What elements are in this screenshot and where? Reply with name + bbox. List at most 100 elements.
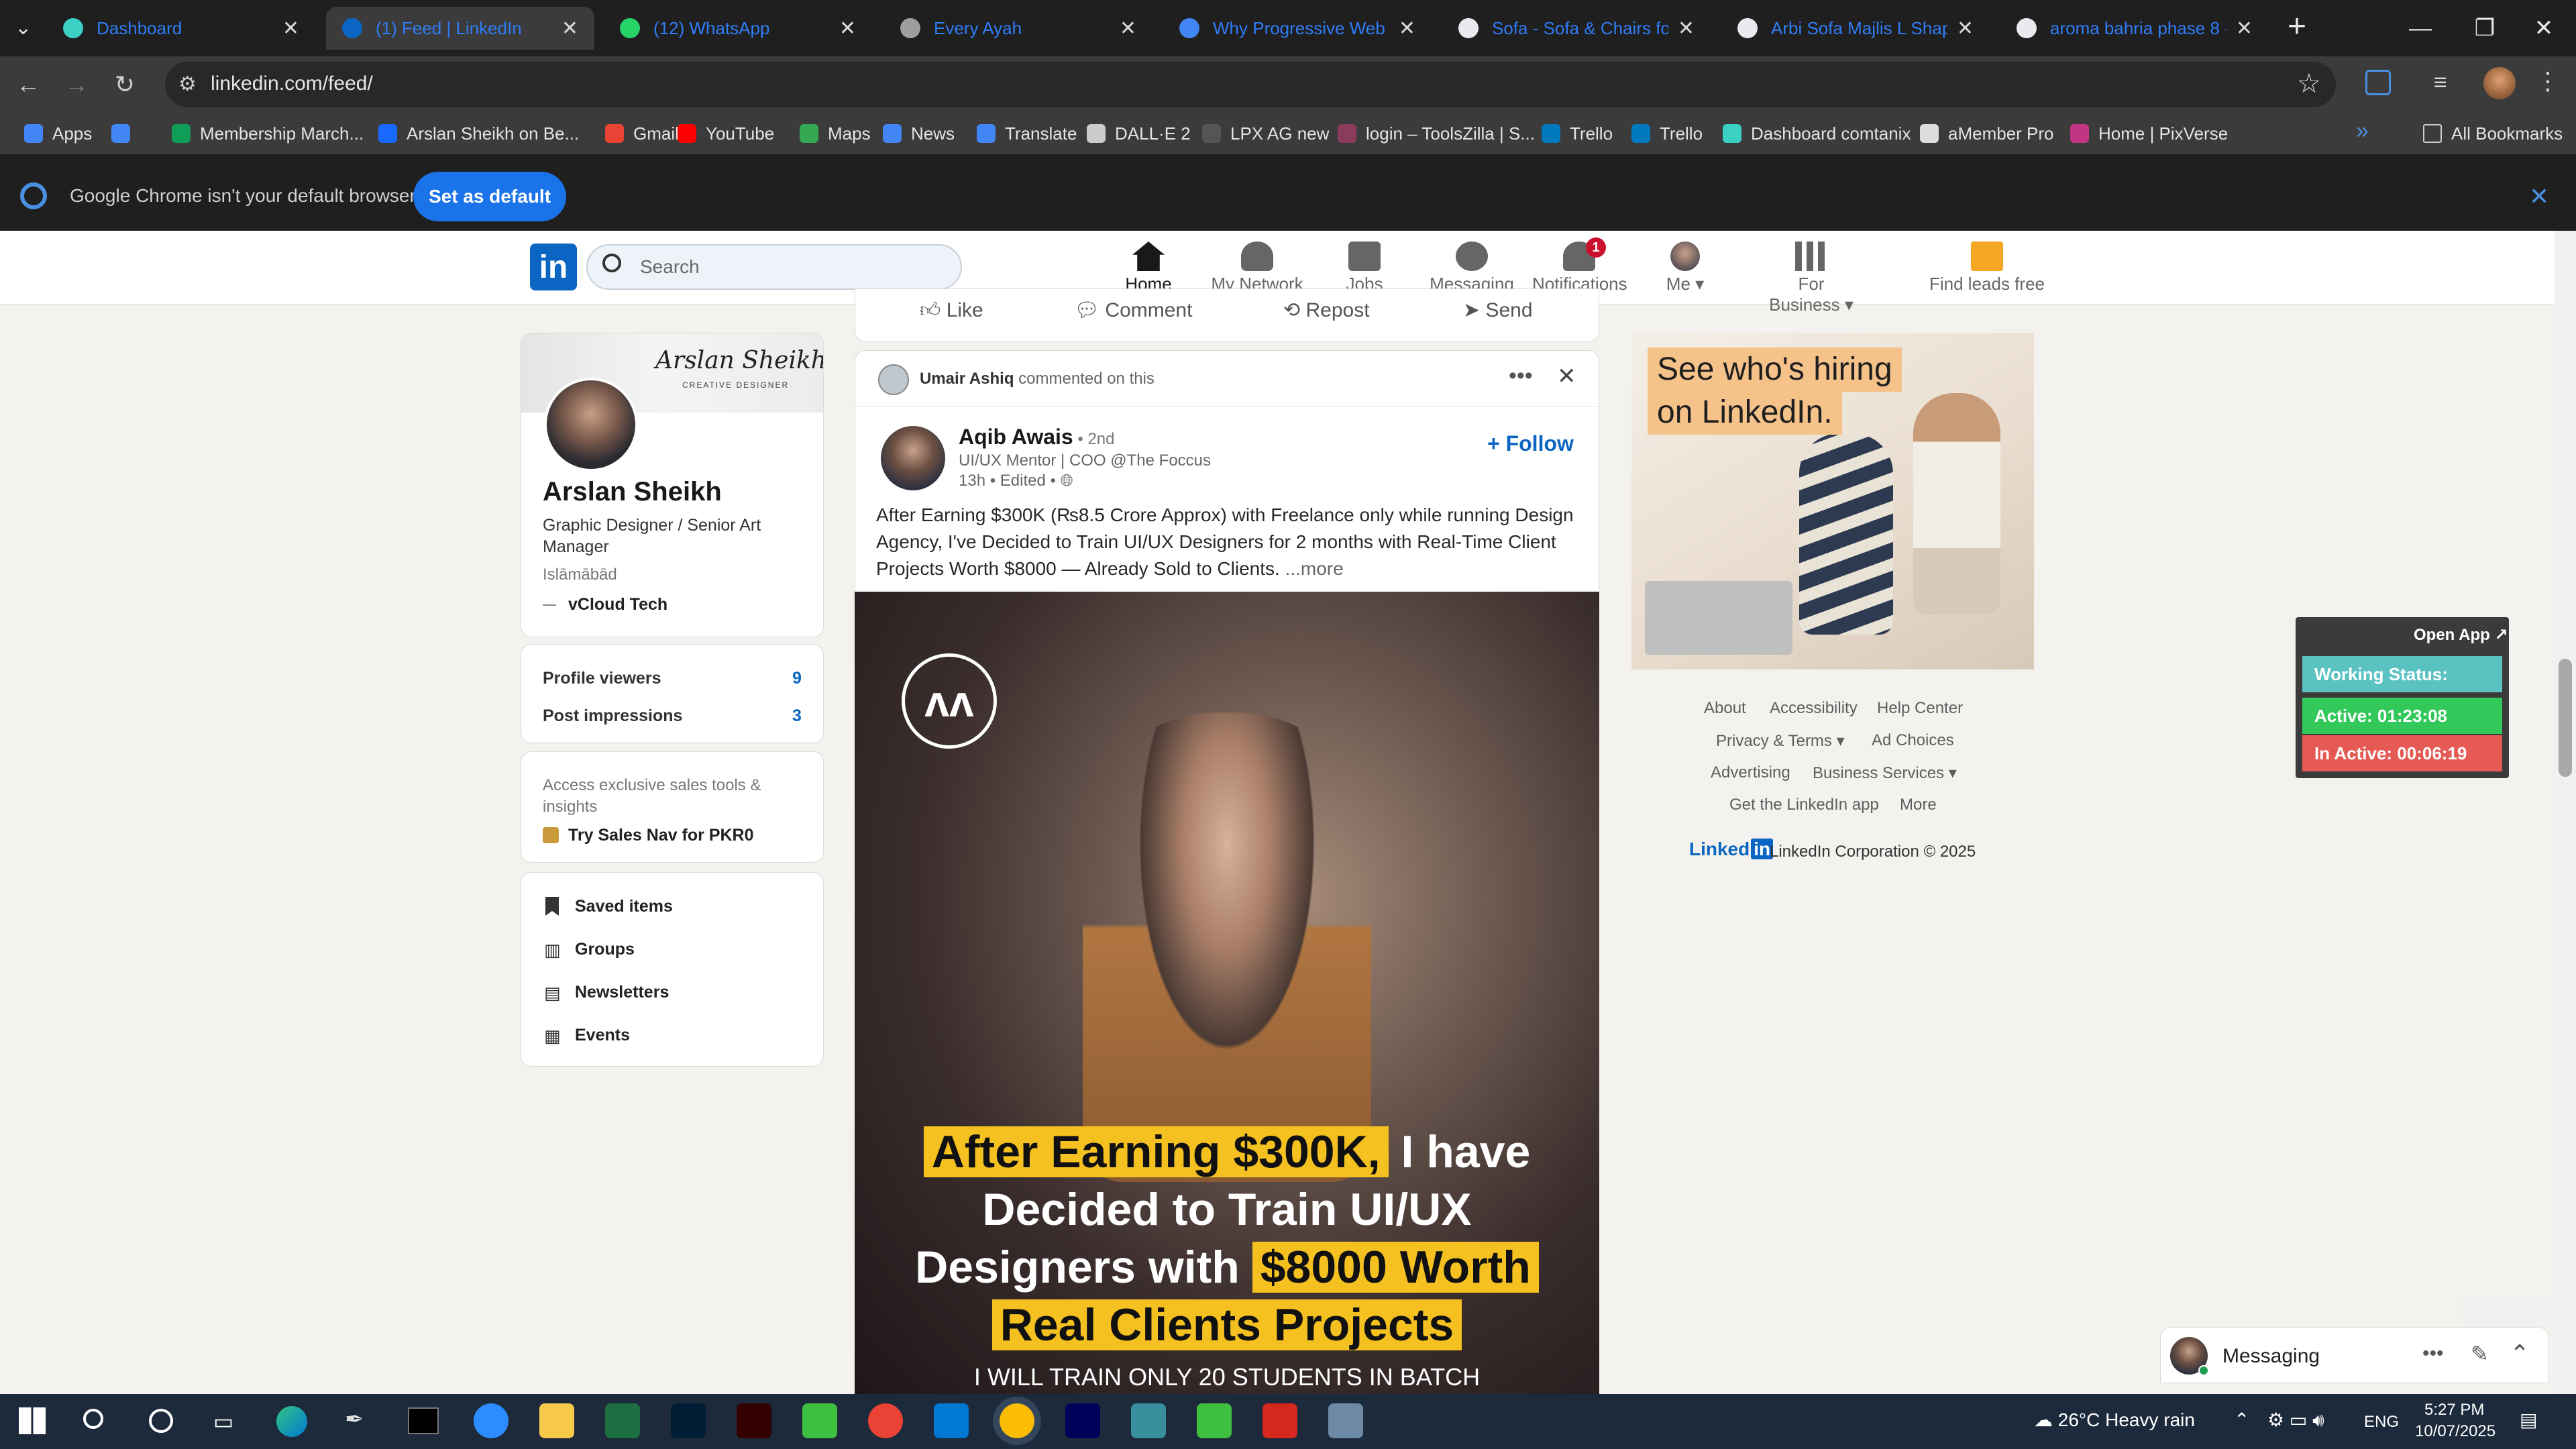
- footer-accessibility[interactable]: Accessibility: [1770, 699, 1858, 718]
- taskbar-acrobat-icon[interactable]: [1263, 1403, 1297, 1438]
- bookmark-0[interactable]: Apps: [24, 122, 92, 145]
- profile-viewers-label[interactable]: Profile viewers: [543, 669, 661, 688]
- repost-button[interactable]: ⟲ Repost: [1283, 299, 1370, 322]
- tab-close-icon[interactable]: ✕: [1957, 17, 1974, 40]
- address-bar[interactable]: [165, 62, 2336, 107]
- footer-privacy-terms[interactable]: Privacy & Terms ▾: [1716, 731, 1845, 751]
- taskbar-app-teal-icon[interactable]: [1131, 1403, 1166, 1438]
- close-infobar-icon[interactable]: ✕: [2529, 182, 2549, 211]
- taskbar-green-app-2-icon[interactable]: [1197, 1403, 1232, 1438]
- new-tab-button[interactable]: +: [2288, 8, 2306, 45]
- footer-about[interactable]: About: [1704, 699, 1746, 718]
- bookmark-4[interactable]: Gmail: [605, 122, 679, 145]
- all-bookmarks[interactable]: All Bookmarks: [2423, 122, 2563, 145]
- groups-link[interactable]: Groups: [575, 940, 635, 959]
- bookmark-1[interactable]: [111, 122, 140, 145]
- close-window-button[interactable]: ✕: [2512, 0, 2576, 56]
- windows-start-icon[interactable]: [19, 1407, 46, 1434]
- clock-date[interactable]: 10/07/2025: [2415, 1422, 2496, 1441]
- language-indicator[interactable]: ENG: [2364, 1413, 2399, 1432]
- footer-get-app[interactable]: Get the LinkedIn app: [1729, 796, 1879, 814]
- terminal-icon[interactable]: [408, 1407, 439, 1434]
- nav-for-business[interactable]: For Business ▾: [1764, 236, 1858, 315]
- bookmark-14[interactable]: Dashboard comtanix: [1723, 122, 1911, 145]
- footer-ad-choices[interactable]: Ad Choices: [1872, 731, 1954, 750]
- notifications-icon[interactable]: ▤: [2520, 1409, 2537, 1431]
- profile-avatar[interactable]: [2483, 67, 2516, 99]
- url-text[interactable]: linkedin.com/feed/: [211, 72, 373, 95]
- bookmark-10[interactable]: LPX AG new: [1202, 122, 1329, 145]
- bookmark-2[interactable]: Membership March...: [172, 122, 364, 145]
- profile-company[interactable]: vCloud Tech: [568, 595, 667, 614]
- tab-4[interactable]: Why Progressive Web Ap ✕: [1163, 7, 1432, 50]
- edge-icon[interactable]: [276, 1406, 307, 1437]
- commenter-avatar[interactable]: [878, 364, 909, 395]
- taskbar-explorer-icon[interactable]: [539, 1403, 574, 1438]
- tab-search-chevron[interactable]: ⌄: [15, 16, 32, 40]
- linkedin-logo[interactable]: in: [530, 244, 577, 290]
- footer-advertising[interactable]: Advertising: [1711, 763, 1790, 782]
- open-app-button[interactable]: Open App ↗: [2414, 625, 2508, 645]
- bookmark-15[interactable]: aMember Pro: [1920, 122, 2054, 145]
- taskbar-chrome-active-icon[interactable]: [1000, 1403, 1034, 1438]
- post-impressions-label[interactable]: Post impressions: [543, 706, 682, 726]
- author-name[interactable]: Aqib Awais: [959, 425, 1073, 449]
- see-more-link[interactable]: ...more: [1280, 558, 1344, 579]
- comment-button[interactable]: 💬︎ Comment: [1074, 299, 1192, 322]
- taskbar-zoom-icon[interactable]: [474, 1403, 508, 1438]
- follow-button[interactable]: + Follow: [1487, 431, 1574, 456]
- tab-close-icon[interactable]: ✕: [2236, 17, 2253, 40]
- hide-post-icon[interactable]: ✕: [1557, 363, 1576, 390]
- bookmark-7[interactable]: News: [883, 122, 955, 145]
- extensions-icon[interactable]: [2365, 70, 2391, 95]
- tab-7[interactable]: aroma bahria phase 8 - G ✕: [2000, 7, 2269, 50]
- premium-cta[interactable]: Try Sales Nav for PKR0: [568, 826, 754, 845]
- site-info-icon[interactable]: ⚙: [178, 72, 197, 96]
- footer-help-center[interactable]: Help Center: [1877, 699, 1963, 718]
- taskbar-premiere-icon[interactable]: [1065, 1403, 1100, 1438]
- taskbar-chrome-icon[interactable]: [868, 1403, 903, 1438]
- taskbar-illustrator-icon[interactable]: [737, 1403, 771, 1438]
- tray-chevron-icon[interactable]: ⌃: [2234, 1409, 2249, 1431]
- bookmark-6[interactable]: Maps: [800, 122, 871, 145]
- tab-close-icon[interactable]: ✕: [282, 17, 299, 40]
- newsletters-link[interactable]: Newsletters: [575, 983, 669, 1002]
- reload-icon[interactable]: ↻: [110, 70, 140, 99]
- media-icon[interactable]: ≡: [2434, 70, 2447, 96]
- post-options-icon[interactable]: •••: [1509, 363, 1533, 389]
- send-button[interactable]: ➤ Send: [1463, 299, 1533, 322]
- tab-close-icon[interactable]: ✕: [1120, 17, 1136, 40]
- page-scrollbar[interactable]: [2555, 231, 2576, 1394]
- tab-1[interactable]: (1) Feed | LinkedIn ✕: [326, 7, 594, 50]
- tray-icons[interactable]: ⚙ ▭ 🔊︎: [2267, 1409, 2324, 1432]
- tab-close-icon[interactable]: ✕: [1399, 17, 1415, 40]
- compose-icon[interactable]: ✎: [2471, 1341, 2489, 1366]
- forward-icon[interactable]: →: [62, 70, 91, 99]
- author-avatar[interactable]: [881, 426, 945, 490]
- taskbar-photoshop-icon[interactable]: [671, 1403, 706, 1438]
- premium-card[interactable]: Access exclusive sales tools & insights …: [521, 751, 824, 863]
- messaging-options-icon[interactable]: •••: [2422, 1342, 2444, 1365]
- profile-viewers-value[interactable]: 9: [792, 669, 802, 688]
- bookmark-8[interactable]: Translate: [977, 122, 1077, 145]
- tab-2[interactable]: (12) WhatsApp ✕: [604, 7, 872, 50]
- events-link[interactable]: Events: [575, 1026, 630, 1045]
- tab-close-icon[interactable]: ✕: [1678, 17, 1695, 40]
- profile-name[interactable]: Arslan Sheikh: [543, 477, 722, 507]
- tab-close-icon[interactable]: ✕: [561, 17, 578, 40]
- nav-find-leads-free[interactable]: Find leads free: [1913, 236, 2061, 299]
- taskbar-green-app-icon[interactable]: [802, 1403, 837, 1438]
- saved-items-link[interactable]: Saved items: [575, 897, 673, 916]
- bookmark-3[interactable]: Arslan Sheikh on Be...: [378, 122, 579, 145]
- tab-0[interactable]: Dashboard ✕: [47, 7, 315, 50]
- post-image[interactable]: ʌʌ After Earning $300K, I have Decided t…: [855, 592, 1599, 1394]
- more-bookmarks-icon[interactable]: »: [2356, 118, 2369, 144]
- set-as-default-button[interactable]: Set as default: [413, 172, 566, 221]
- nav-me[interactable]: Me ▾: [1638, 236, 1732, 299]
- chevron-up-icon[interactable]: ⌃: [2510, 1340, 2530, 1368]
- profile-avatar-large[interactable]: [544, 378, 638, 472]
- footer-more[interactable]: More: [1900, 796, 1937, 814]
- taskbar-search-icon[interactable]: [83, 1409, 103, 1429]
- back-icon[interactable]: ←: [13, 70, 43, 99]
- tab-close-icon[interactable]: ✕: [839, 17, 856, 40]
